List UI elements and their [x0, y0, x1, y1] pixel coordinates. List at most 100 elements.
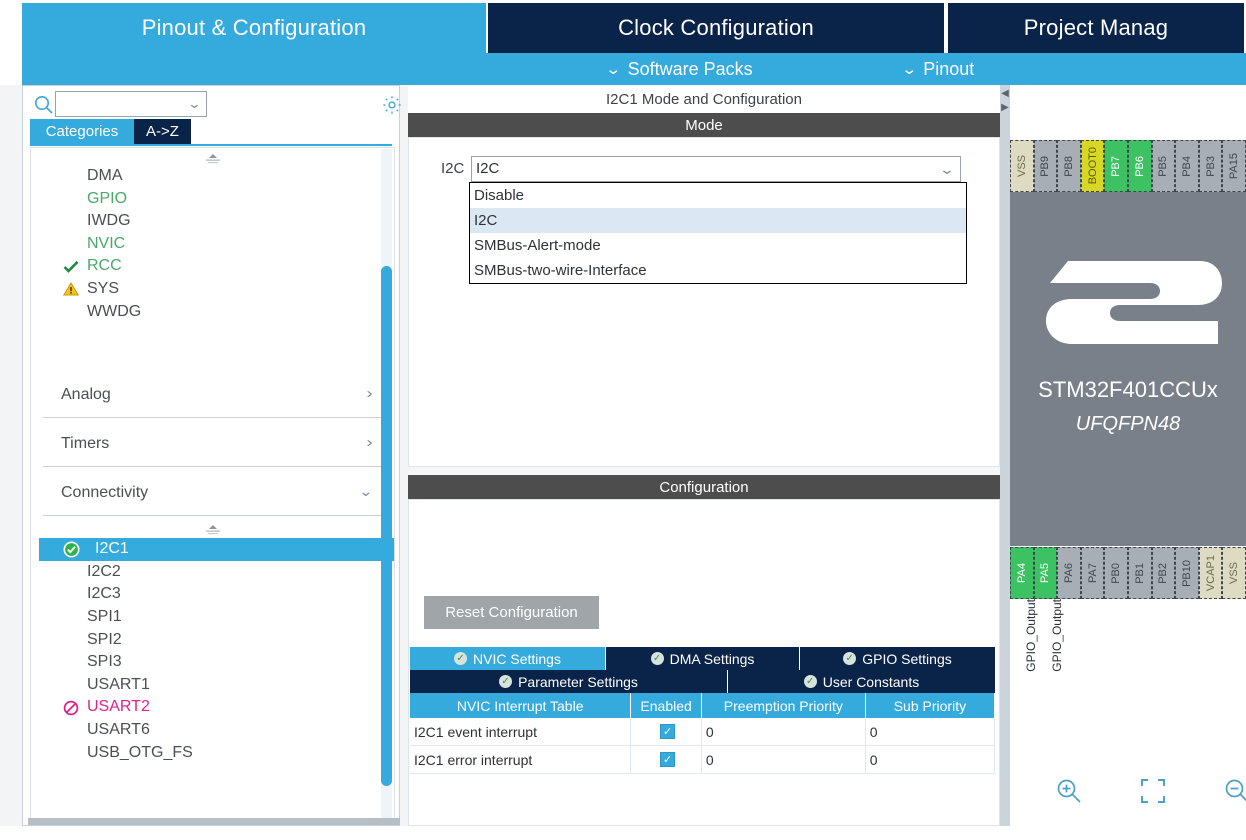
- checkbox-enabled[interactable]: ✓: [660, 724, 675, 739]
- list-item[interactable]: IWDG: [31, 210, 394, 233]
- sidebar-horizontal-scrollbar[interactable]: [28, 818, 400, 825]
- list-item[interactable]: SYS: [31, 278, 394, 301]
- pin-boot0[interactable]: BOOT0: [1081, 140, 1105, 192]
- sidebar-scrollbar-thumb[interactable]: [381, 266, 392, 786]
- menu-software-packs[interactable]: ⌄ Software Packs: [607, 59, 753, 80]
- pin-signal-label-area: GPIO_Output GPIO_Output: [1010, 599, 1246, 709]
- check-icon: [61, 255, 81, 278]
- pin-pb10[interactable]: PB10: [1175, 547, 1199, 599]
- sidebar-group-analog[interactable]: Analog ›: [43, 376, 382, 418]
- sidebar-item-i2c2[interactable]: I2C2: [31, 561, 394, 584]
- fit-to-screen-icon[interactable]: [1138, 776, 1168, 811]
- splitter-collapse-left-icon[interactable]: ◀: [1000, 89, 1010, 99]
- scroll-up-grip-icon-2[interactable]: [202, 522, 224, 536]
- chevron-down-icon[interactable]: ⌄: [939, 161, 955, 178]
- sidebar-group-connectivity[interactable]: Connectivity ⌄: [43, 474, 382, 516]
- pin-label: PB1: [1134, 563, 1146, 584]
- config-tabs-row-2: ✓ Parameter Settings ✓ User Constants: [410, 670, 995, 693]
- sidebar-item-spi2[interactable]: SPI2: [31, 629, 394, 652]
- sidebar-item-spi2-label: SPI2: [87, 631, 122, 648]
- tab-gpio-settings[interactable]: ✓ GPIO Settings: [800, 647, 995, 670]
- tab-project-manager[interactable]: Project Manag: [946, 3, 1246, 53]
- cell-enabled[interactable]: ✓: [631, 718, 701, 746]
- tab-pinout-configuration[interactable]: Pinout & Configuration: [22, 3, 486, 53]
- cell-preemption-priority[interactable]: 0: [701, 746, 865, 774]
- pin-pb2[interactable]: PB2: [1152, 547, 1176, 599]
- tab-user-constants[interactable]: ✓ User Constants: [728, 670, 995, 693]
- pin-pb4[interactable]: PB4: [1175, 140, 1199, 192]
- cell-preemption-priority[interactable]: 0: [701, 718, 865, 746]
- checkbox-enabled[interactable]: ✓: [660, 752, 675, 767]
- pin-pb6[interactable]: PB6: [1128, 140, 1152, 192]
- list-item[interactable]: NVIC: [31, 233, 394, 256]
- pin-pb8[interactable]: PB8: [1057, 140, 1081, 192]
- list-item[interactable]: DMA: [31, 165, 394, 188]
- pin-pb7[interactable]: PB7: [1104, 140, 1128, 192]
- cell-sub-priority[interactable]: 0: [865, 746, 994, 774]
- chevron-right-icon[interactable]: ›: [366, 385, 372, 402]
- panel-title-label: I2C1 Mode and Configuration: [606, 91, 802, 108]
- pin-vss-2[interactable]: VSS: [1222, 547, 1246, 599]
- pin-pb0[interactable]: PB0: [1104, 547, 1128, 599]
- tab-categories[interactable]: Categories: [30, 119, 134, 144]
- scroll-up-grip-icon[interactable]: [202, 151, 224, 165]
- pin-pb3[interactable]: PB3: [1199, 140, 1223, 192]
- sidebar-item-usb-otg-fs[interactable]: USB_OTG_FS: [31, 742, 394, 765]
- dropdown-option-disable[interactable]: Disable: [470, 183, 966, 208]
- column-header-enabled[interactable]: Enabled: [631, 693, 701, 718]
- pin-pa7[interactable]: PA7: [1081, 547, 1105, 599]
- sidebar-group-timers[interactable]: Timers ›: [43, 425, 382, 467]
- menu-pinout[interactable]: ⌄ Pinout: [903, 59, 975, 80]
- tab-clock-configuration[interactable]: Clock Configuration: [486, 3, 946, 53]
- sidebar-item-i2c1[interactable]: I2C1: [39, 538, 395, 561]
- pin-pa15[interactable]: PA15: [1222, 140, 1246, 192]
- table-row[interactable]: I2C1 event interrupt ✓ 0 0: [410, 718, 995, 746]
- i2c-mode-dropdown-list[interactable]: Disable I2C SMBus-Alert-mode SMBus-two-w…: [469, 182, 967, 284]
- pin-vss[interactable]: VSS: [1010, 140, 1034, 192]
- list-item[interactable]: GPIO: [31, 188, 394, 211]
- list-item[interactable]: WWDG: [31, 301, 394, 324]
- sidebar-item-usart1[interactable]: USART1: [31, 674, 394, 697]
- panel-splitter[interactable]: ◀ ▶: [1000, 85, 1010, 826]
- gear-icon[interactable]: [381, 94, 403, 116]
- sidebar-item-usart6[interactable]: USART6: [31, 719, 394, 742]
- pin-pa5[interactable]: PA5: [1034, 547, 1058, 599]
- search-combobox[interactable]: ⌄: [55, 91, 207, 117]
- pin-pb5[interactable]: PB5: [1152, 140, 1176, 192]
- dropdown-option-smbus-alert-mode[interactable]: SMBus-Alert-mode: [470, 233, 966, 258]
- list-item[interactable]: RCC: [31, 255, 394, 278]
- dropdown-option-i2c[interactable]: I2C: [470, 208, 966, 233]
- cell-sub-priority[interactable]: 0: [865, 718, 994, 746]
- zoom-out-icon[interactable]: [1222, 776, 1246, 811]
- chevron-down-icon[interactable]: ⌄: [187, 96, 201, 112]
- pin-pa6[interactable]: PA6: [1057, 547, 1081, 599]
- pin-label: PA6: [1063, 563, 1075, 583]
- reset-configuration-button[interactable]: Reset Configuration: [424, 596, 599, 629]
- tab-dma-settings[interactable]: ✓ DMA Settings: [606, 647, 800, 670]
- column-header-preemption-priority[interactable]: Preemption Priority: [701, 693, 865, 718]
- chevron-down-icon[interactable]: ⌄: [359, 483, 374, 500]
- pin-pa4[interactable]: PA4: [1010, 547, 1034, 599]
- sidebar-item-i2c3[interactable]: I2C3: [31, 583, 394, 606]
- sidebar-item-usart2[interactable]: USART2: [31, 696, 394, 719]
- tab-nvic-settings[interactable]: ✓ NVIC Settings: [410, 647, 606, 670]
- pin-pb9[interactable]: PB9: [1034, 140, 1058, 192]
- table-row[interactable]: I2C1 error interrupt ✓ 0 0: [410, 746, 995, 774]
- chevron-right-icon[interactable]: ›: [366, 434, 372, 451]
- sidebar-item-spi3[interactable]: SPI3: [31, 651, 394, 674]
- search-icon[interactable]: [33, 94, 55, 116]
- zoom-in-icon[interactable]: [1054, 776, 1084, 811]
- dropdown-option-smbus-two-wire-interface[interactable]: SMBus-two-wire-Interface: [470, 258, 966, 283]
- cell-enabled[interactable]: ✓: [631, 746, 701, 774]
- pin-pb1[interactable]: PB1: [1128, 547, 1152, 599]
- tab-parameter-settings[interactable]: ✓ Parameter Settings: [410, 670, 728, 693]
- connectivity-peripheral-list: I2C1 I2C2 I2C3 SPI1 SPI2 SPI3 USART1 USA…: [31, 538, 394, 764]
- splitter-collapse-right-icon[interactable]: ▶: [1000, 103, 1010, 113]
- column-header-sub-priority[interactable]: Sub Priority: [865, 693, 994, 718]
- i2c-mode-select[interactable]: I2C ⌄: [471, 156, 961, 182]
- pin-vcap1[interactable]: VCAP1: [1199, 547, 1223, 599]
- tab-a-to-z[interactable]: A->Z: [134, 119, 191, 144]
- search-input[interactable]: [60, 94, 192, 116]
- column-header-interrupt-table[interactable]: NVIC Interrupt Table: [410, 693, 631, 718]
- sidebar-item-spi1[interactable]: SPI1: [31, 606, 394, 629]
